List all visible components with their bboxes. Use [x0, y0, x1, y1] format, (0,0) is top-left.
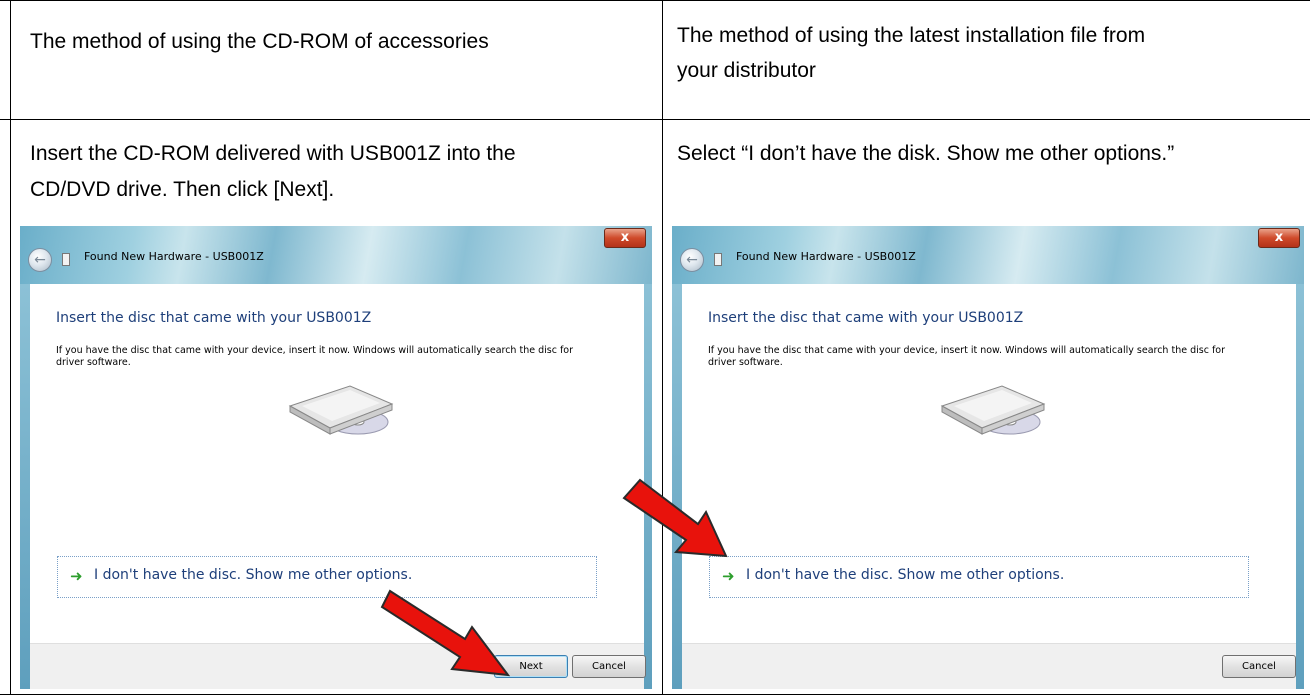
close-button[interactable]: x: [604, 228, 646, 248]
dialog-heading: Insert the disc that came with your USB0…: [708, 310, 1024, 326]
body-left-line1: Insert the CD-ROM delivered with USB001Z…: [30, 142, 516, 165]
dialog-heading: Insert the disc that came with your USB0…: [56, 310, 372, 326]
table-row-divider: [0, 119, 1310, 120]
window-title: Found New Hardware - USB001Z: [736, 250, 916, 263]
left-dialog-screenshot: x ← Found New Hardware - USB001Z Insert …: [20, 226, 652, 689]
cd-drive-icon: [288, 385, 394, 435]
dialog-content: Insert the disc that came with your USB0…: [682, 284, 1296, 643]
cancel-button[interactable]: Cancel: [1222, 655, 1296, 678]
red-arrow-to-next-icon: [380, 589, 511, 677]
green-arrow-icon: ➜: [70, 567, 83, 585]
dialog-description: If you have the disc that came with your…: [708, 345, 1226, 368]
table-border-left: [10, 0, 11, 695]
dialog-button-bar: Cancel: [682, 643, 1296, 689]
table-column-divider: [662, 0, 663, 695]
header-right-line2: your distributor: [677, 59, 816, 82]
cancel-button[interactable]: Cancel: [572, 655, 646, 678]
header-right-line1: The method of using the latest installat…: [677, 24, 1146, 47]
table-border-top: [0, 0, 1310, 1]
back-arrow-icon[interactable]: ←: [28, 248, 52, 272]
no-disc-option-label: I don't have the disc. Show me other opt…: [94, 567, 413, 583]
close-button[interactable]: x: [1258, 228, 1300, 248]
right-dialog-screenshot: x ← Found New Hardware - USB001Z Insert …: [672, 226, 1304, 689]
dialog-description: If you have the disc that came with your…: [56, 345, 574, 368]
cd-drive-icon: [940, 385, 1046, 435]
usb-device-icon: [714, 253, 722, 266]
back-arrow-icon[interactable]: ←: [680, 248, 704, 272]
table-border-bottom: [0, 694, 1310, 695]
no-disc-option-label: I don't have the disc. Show me other opt…: [746, 567, 1065, 583]
usb-device-icon: [62, 253, 70, 266]
no-disc-option-button[interactable]: ➜ I don't have the disc. Show me other o…: [709, 556, 1249, 598]
header-left-cell: The method of using the CD-ROM of access…: [30, 30, 489, 53]
dialog-button-bar: Next Cancel: [30, 643, 646, 689]
dialog-content: Insert the disc that came with your USB0…: [30, 284, 644, 643]
window-title: Found New Hardware - USB001Z: [84, 250, 264, 263]
red-arrow-to-option-icon: [622, 478, 728, 558]
body-right-line1: Select “I don’t have the disk. Show me o…: [677, 142, 1175, 165]
body-left-line2: CD/DVD drive. Then click [Next].: [30, 178, 335, 201]
